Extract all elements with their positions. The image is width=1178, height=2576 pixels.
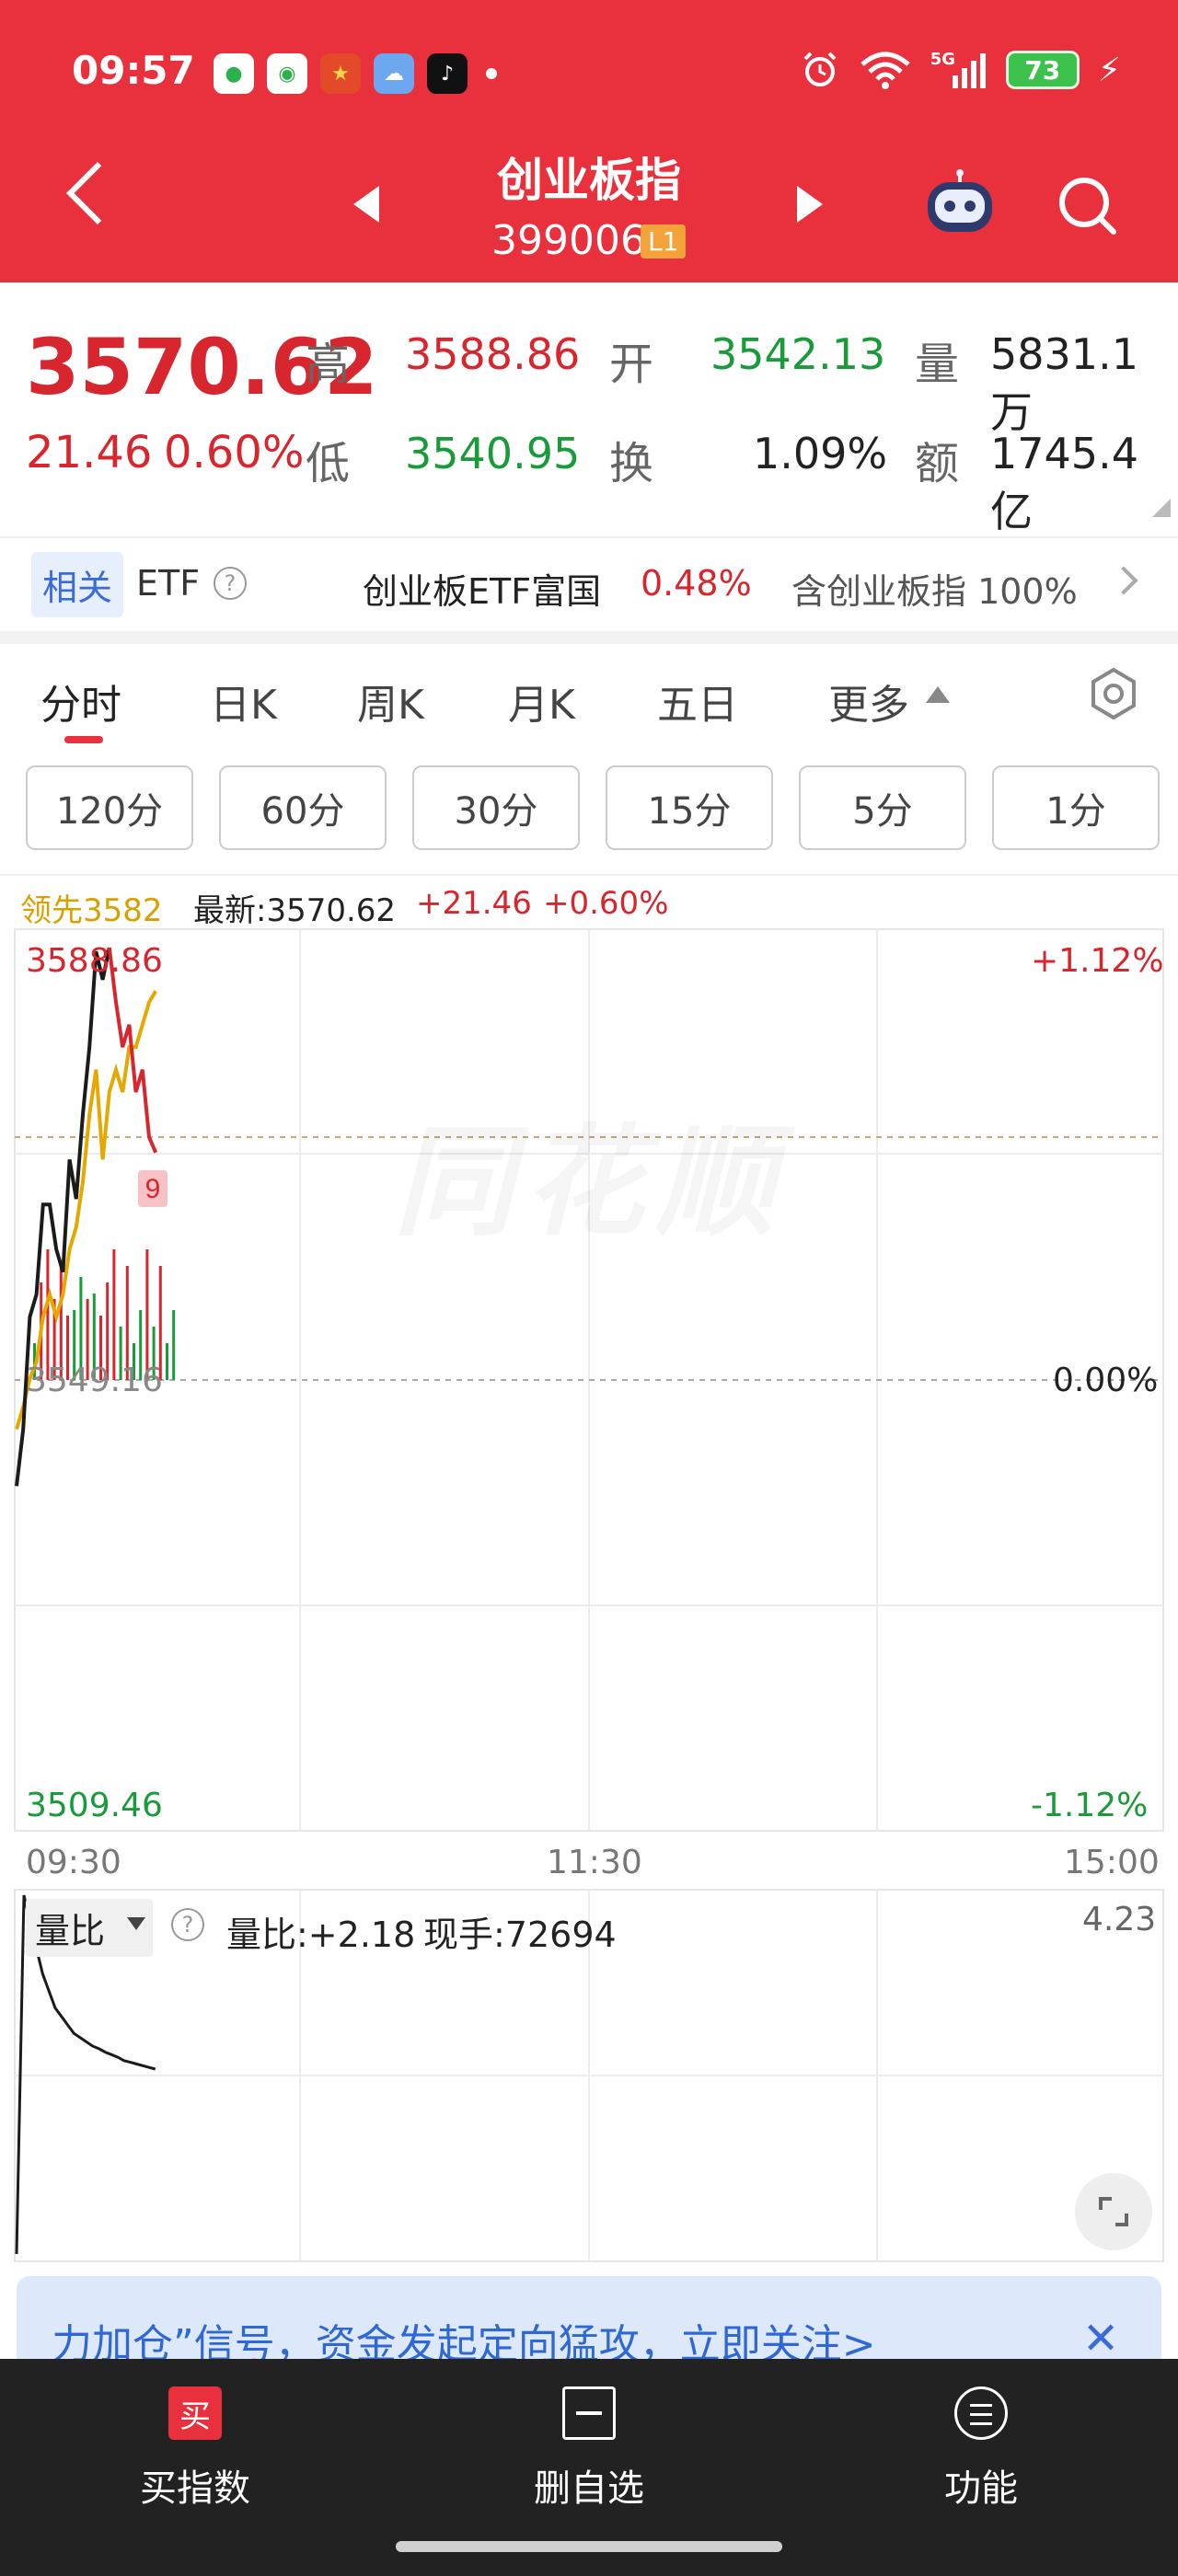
etf-change-pct: 0.48% (641, 563, 752, 604)
previous-stock-icon[interactable] (353, 186, 379, 223)
volume-label: 量 (915, 339, 960, 390)
battery-level: 73 (1024, 54, 1061, 86)
period-60min[interactable]: 60分 (219, 765, 387, 850)
tab-five-day[interactable]: 五日 (657, 672, 738, 730)
turnover-value: 1.09% (753, 429, 888, 478)
open-label: 开 (609, 339, 654, 390)
latest-change: +21.46 (416, 885, 532, 922)
close-icon[interactable]: ✕ (1082, 2313, 1119, 2364)
assistant-robot-icon[interactable] (920, 169, 999, 239)
volume-bar (172, 1310, 176, 1380)
watermark-logo: 同花顺 (394, 1086, 786, 1259)
page-title: 创业板指 (497, 154, 681, 207)
cellular-signal-icon: 5G (930, 50, 987, 90)
system-icons: 5G 73 ⚡ (800, 50, 1121, 90)
amount-value: 1745.4亿 (990, 429, 1138, 536)
nav-remove-watchlist-label: 删自选 (534, 2467, 644, 2510)
search-icon[interactable] (1057, 175, 1117, 236)
etf-contains: 含创业板指 100% (791, 571, 1078, 612)
settings-hexagon-icon[interactable] (1086, 666, 1141, 721)
current-hand-value: 现手:72694 (423, 1915, 617, 1955)
nav-buy-index[interactable]: 买 买指数 (103, 2386, 287, 2512)
high-value: 3588.86 (405, 329, 581, 379)
etf-label: ETF (136, 563, 201, 604)
chevron-down-icon[interactable] (127, 1917, 145, 1930)
period-5min[interactable]: 5分 (799, 765, 966, 850)
buy-icon-text: 买 (179, 2398, 211, 2435)
low-value: 3540.95 (405, 429, 581, 478)
weather-icon: ☁ (374, 53, 414, 94)
chart-bottom-price: 3509.46 (26, 1787, 163, 1824)
nav-functions[interactable]: 功能 (889, 2386, 1073, 2512)
chart-bottom-pct: -1.12% (1031, 1787, 1149, 1824)
minus-square-icon (562, 2386, 616, 2440)
time-label-open: 09:30 (26, 1844, 121, 1881)
marker-text: 9 (145, 1174, 161, 1204)
message-icon: ● (214, 53, 254, 94)
indicator-selector-label: 量比 (35, 1911, 106, 1951)
volume-value: 5831.1万 (990, 329, 1138, 437)
chart-mid-price: 3549.16 (26, 1362, 163, 1399)
period-15min[interactable]: 15分 (606, 765, 773, 850)
nav-remove-watchlist[interactable]: 删自选 (497, 2386, 681, 2512)
section-divider (0, 631, 1178, 644)
nav-buy-index-label: 买指数 (140, 2467, 250, 2510)
expand-icon (1099, 2197, 1128, 2226)
tab-intraday[interactable]: 分时 (40, 672, 121, 730)
notification-icons: ● ◉ ★ ☁ ♪ (214, 53, 468, 94)
price-change: 21.46 (26, 427, 153, 478)
amount-label: 额 (915, 438, 960, 489)
chart-top-price: 3588.86 (26, 942, 163, 980)
stock-code: 399006 (491, 217, 646, 264)
volume-ratio-max: 4.23 (1082, 1901, 1157, 1938)
time-label-close: 15:00 (1064, 1844, 1160, 1881)
next-stock-icon[interactable] (797, 186, 823, 223)
charging-icon: ⚡ (1097, 51, 1121, 89)
tab-weekly-k[interactable]: 周K (357, 672, 424, 730)
tiktok-icon: ♪ (427, 53, 468, 94)
tab-more[interactable]: 更多 (828, 672, 909, 730)
etf-help-icon[interactable]: ? (214, 567, 247, 600)
tab-active-indicator (64, 736, 103, 743)
wechat-icon: ◉ (267, 53, 307, 94)
open-value: 3542.13 (710, 329, 886, 379)
chart-mid-pct: 0.00% (1053, 1362, 1159, 1399)
caret-up-icon (926, 686, 950, 703)
period-120min[interactable]: 120分 (26, 765, 193, 850)
status-bar: 09:57 ● ◉ ★ ☁ ♪ 5G 73 ⚡ (0, 37, 1178, 110)
volume-bar (145, 1249, 149, 1380)
time-label-noon: 11:30 (547, 1844, 642, 1881)
volume-bar (46, 1249, 50, 1380)
wifi-icon (860, 52, 910, 89)
buy-icon: 买 (168, 2386, 222, 2440)
chart-top-pct: +1.12% (1031, 942, 1164, 980)
volume-bar (112, 1249, 116, 1380)
nav-functions-label: 功能 (944, 2467, 1018, 2510)
alarm-icon (803, 52, 837, 86)
price-change-pct: 0.60% (164, 427, 305, 478)
tab-daily-k[interactable]: 日K (210, 672, 277, 730)
status-time: 09:57 (72, 48, 195, 93)
period-30min[interactable]: 30分 (412, 765, 580, 850)
battery-indicator: 73 (1005, 51, 1080, 89)
volume-ratio-value: 量比:+2.18 (226, 1915, 416, 1955)
etf-name[interactable]: 创业板ETF富国 (363, 563, 601, 614)
high-label: 高 (306, 339, 351, 390)
home-indicator[interactable] (396, 2541, 782, 2552)
latest-change-pct: +0.60% (543, 885, 669, 922)
price-line (15, 947, 111, 1487)
fullscreen-button[interactable] (1075, 2173, 1152, 2250)
related-tag: 相关 (31, 552, 124, 617)
low-label: 低 (306, 438, 351, 489)
quote-expand-corner-icon[interactable] (1152, 499, 1171, 517)
menu-circle-icon (954, 2386, 1008, 2440)
period-1min[interactable]: 1分 (992, 765, 1160, 850)
more-notifications-dot (486, 68, 497, 79)
turnover-label: 换 (609, 438, 654, 489)
indicator-help-icon[interactable]: ? (171, 1908, 204, 1941)
level-badge: L1 (641, 224, 687, 259)
volume-bar (166, 1343, 168, 1380)
tab-monthly-k[interactable]: 月K (508, 672, 575, 730)
red-app-icon: ★ (320, 53, 361, 94)
